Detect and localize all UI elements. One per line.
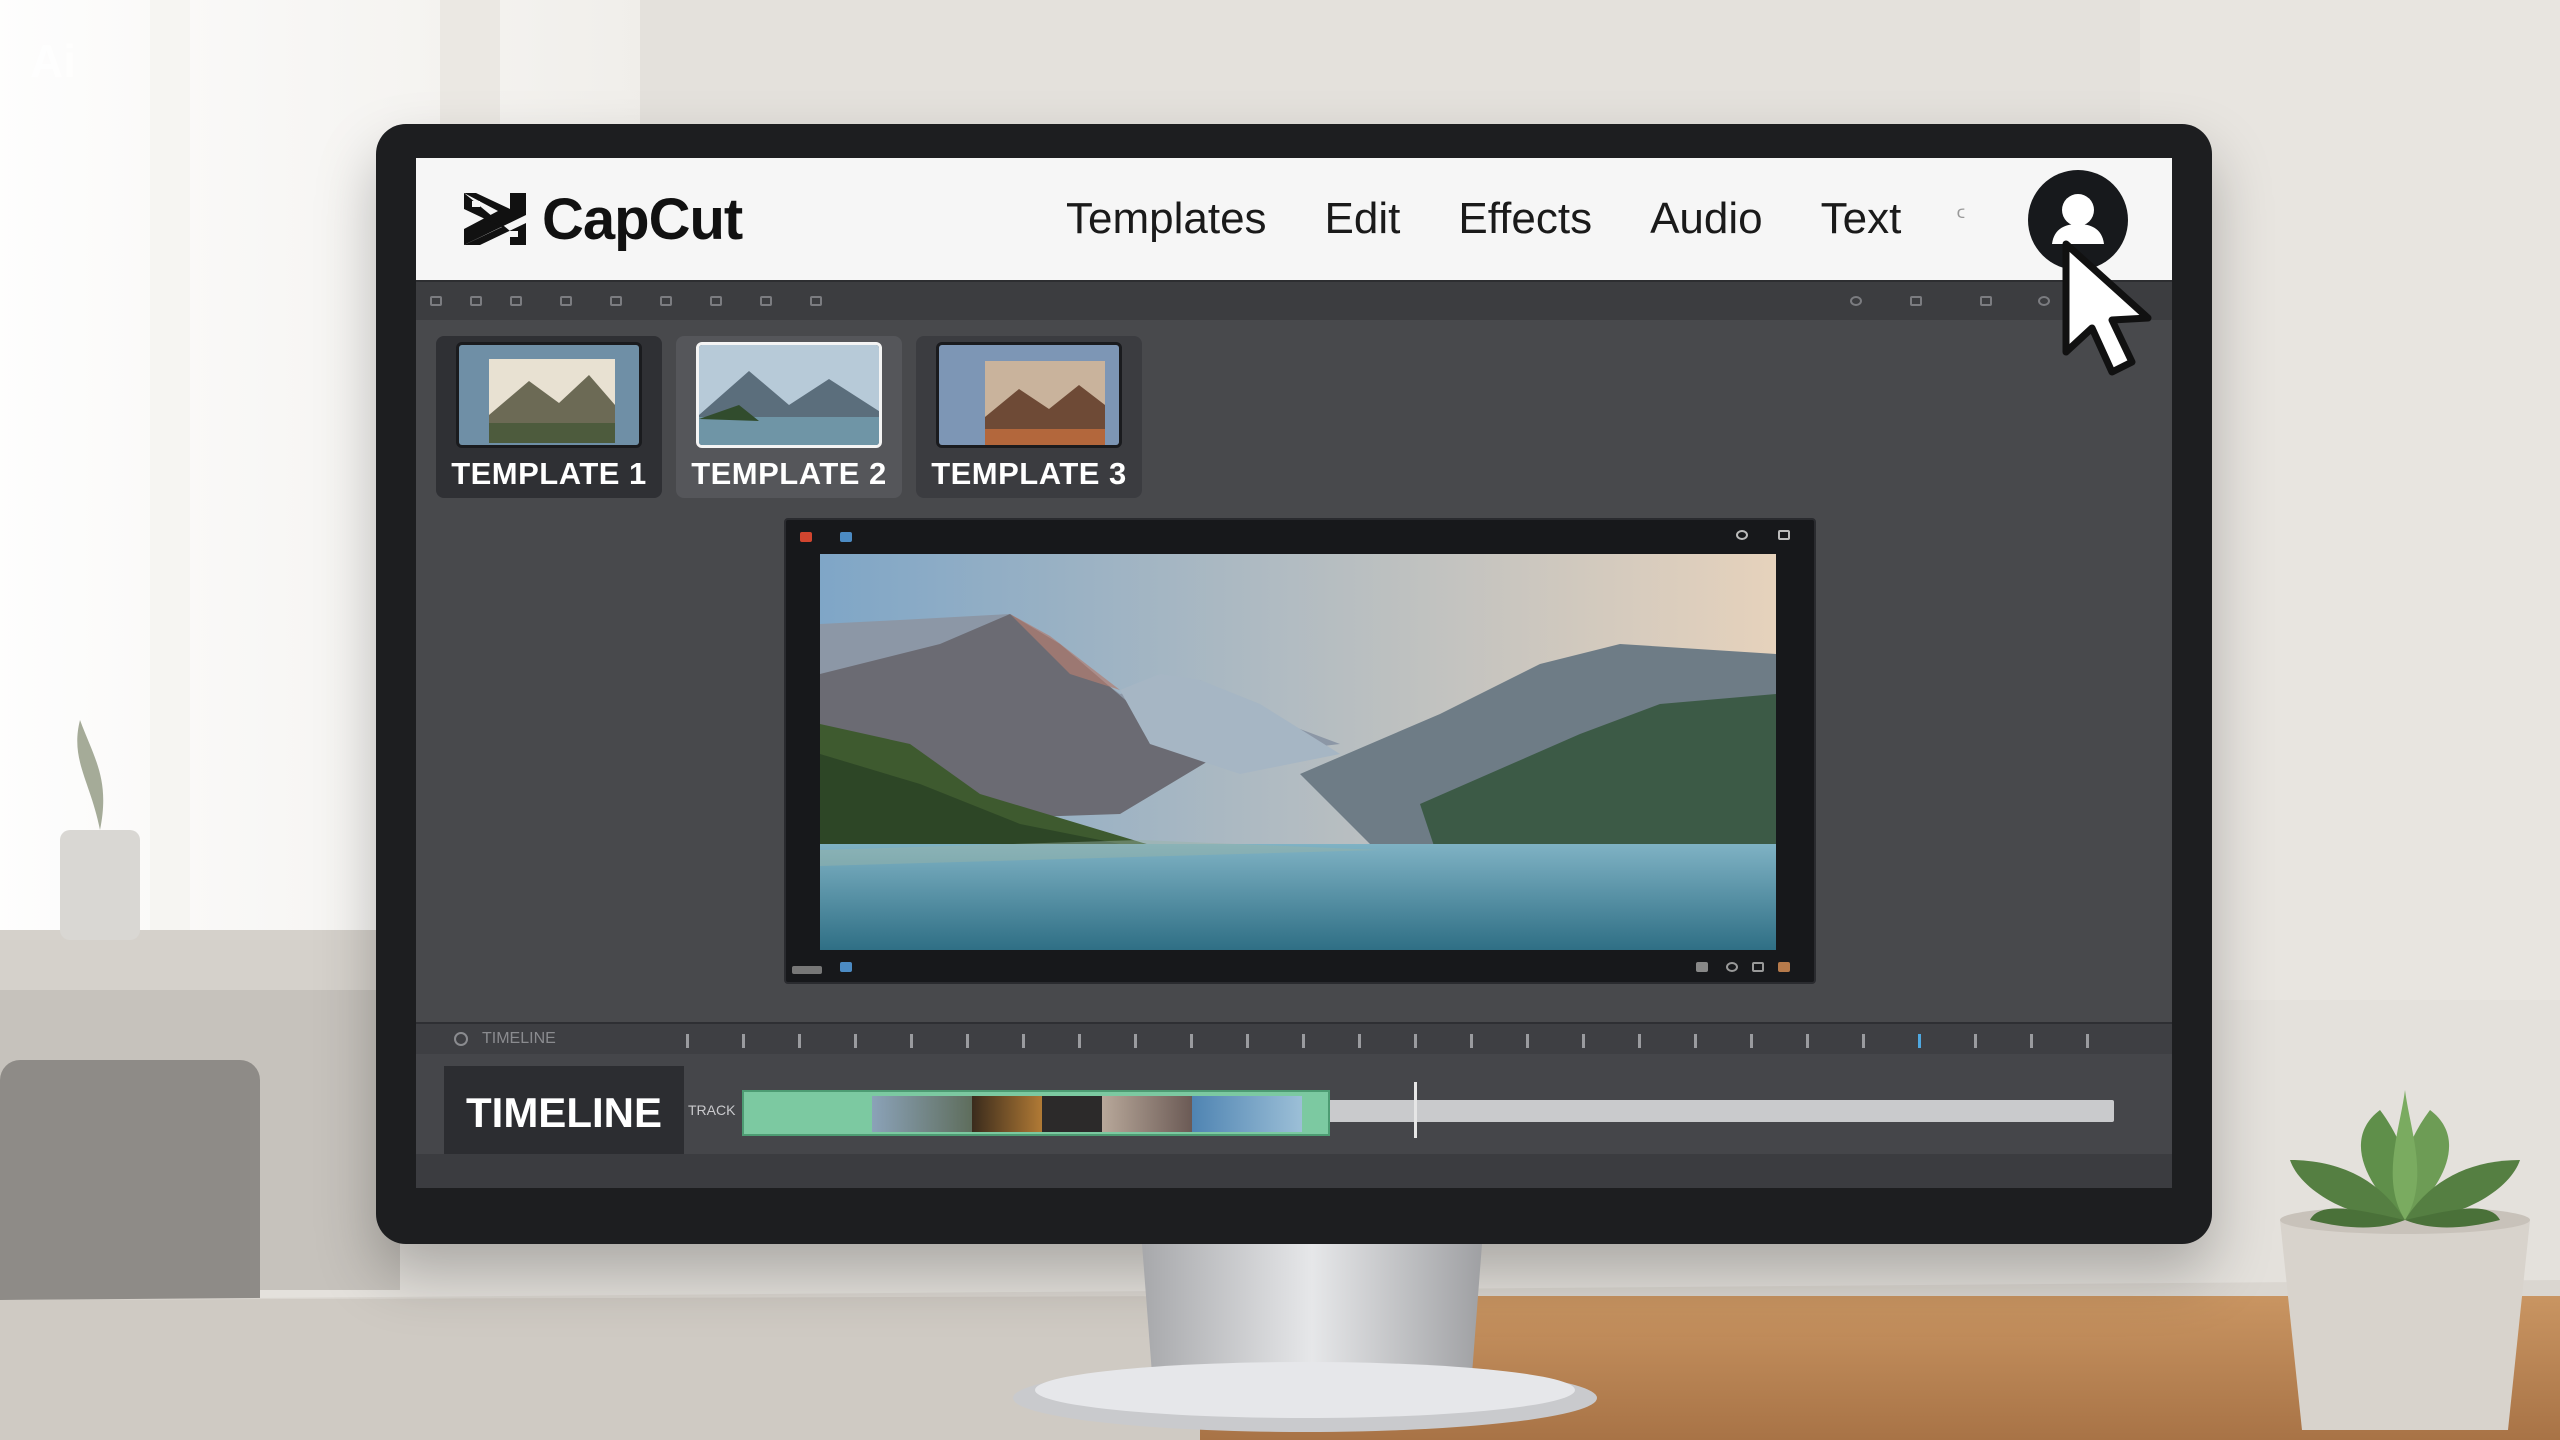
template-card-1[interactable]: TEMPLATE 1	[436, 336, 662, 498]
status-strip	[416, 1154, 2172, 1188]
toolbar-tool-icon[interactable]	[810, 296, 822, 306]
preview-frame	[820, 554, 1776, 950]
succulent-plant	[2280, 1090, 2530, 1430]
toolbar-tool-icon[interactable]	[710, 296, 722, 306]
ruler-tick	[1694, 1034, 1697, 1048]
ruler-tick	[742, 1034, 745, 1048]
video-clip[interactable]	[742, 1090, 1330, 1136]
ruler-tick	[1022, 1034, 1025, 1048]
main-nav: Templates Edit Effects Audio Text	[1066, 158, 1901, 280]
watermark: Ai	[30, 35, 76, 87]
nav-text[interactable]: Text	[1821, 194, 1902, 244]
ruler-tick	[1526, 1034, 1529, 1048]
ruler-tick	[686, 1034, 689, 1048]
toolbar-tool-icon[interactable]	[1980, 296, 1992, 306]
timeline-title-box: TIMELINE	[444, 1066, 684, 1160]
app-header: CapCut Templates Edit Effects Audio Text…	[416, 158, 2172, 280]
template-thumbnail	[696, 342, 882, 448]
capcut-window: CapCut Templates Edit Effects Audio Text…	[416, 158, 2172, 1188]
template-card-3[interactable]: TEMPLATE 3	[916, 336, 1142, 498]
ruler-tick	[1414, 1034, 1417, 1048]
clip-frame	[1192, 1096, 1302, 1132]
clip-frame	[1042, 1096, 1102, 1132]
toolbar-tool-icon[interactable]	[760, 296, 772, 306]
preview-record-icon[interactable]	[800, 532, 812, 542]
preview-ratio-icon[interactable]	[1752, 962, 1764, 972]
toolbar-tool-icon[interactable]	[430, 296, 442, 306]
template-label: TEMPLATE 1	[451, 456, 647, 491]
templates-panel: TEMPLATE 1 TEMPLATE 2 TEMPLATE 3	[436, 336, 1142, 498]
preview-volume-icon[interactable]	[1726, 962, 1738, 972]
preview-play-icon[interactable]	[840, 962, 852, 972]
timeline-title: TIMELINE	[466, 1089, 662, 1136]
timeline-panel: TIMELINE TRACK	[416, 1054, 2172, 1160]
timeline-ruler[interactable]: TIMELINE	[416, 1022, 2172, 1054]
preview-mode-icon[interactable]	[840, 532, 852, 542]
ruler-tick	[1582, 1034, 1585, 1048]
clip-frame	[972, 1096, 1042, 1132]
template-card-2[interactable]: TEMPLATE 2	[676, 336, 902, 498]
mouse-pointer-icon	[2062, 240, 2152, 376]
brand-logo[interactable]: CapCut	[458, 186, 743, 253]
brand-name: CapCut	[542, 186, 743, 252]
ruler-tick	[1862, 1034, 1865, 1048]
ruler-tick	[1134, 1034, 1137, 1048]
preview-progress-bar[interactable]	[792, 966, 822, 974]
toolbar-tool-icon[interactable]	[470, 296, 482, 306]
ruler-tick	[910, 1034, 913, 1048]
ruler-tick	[2030, 1034, 2033, 1048]
preview-settings-icon[interactable]	[1696, 962, 1708, 972]
ruler-tick	[966, 1034, 969, 1048]
video-preview[interactable]	[784, 518, 1816, 984]
ruler-tick	[1918, 1034, 1921, 1048]
preview-fullscreen-icon[interactable]	[1778, 530, 1790, 540]
editor-toolbar	[416, 280, 2172, 320]
ruler-tick	[1078, 1034, 1081, 1048]
toolbar-tool-icon[interactable]	[1850, 296, 1862, 306]
monitor-stand-base	[1013, 1362, 1597, 1432]
toolbar-tool-icon[interactable]	[1910, 296, 1922, 306]
ruler-tick	[1190, 1034, 1193, 1048]
template-label: TEMPLATE 3	[931, 456, 1127, 491]
ruler-tick	[1806, 1034, 1809, 1048]
toolbar-tool-icon[interactable]	[660, 296, 672, 306]
ruler-tick	[1302, 1034, 1305, 1048]
nav-templates[interactable]: Templates	[1066, 194, 1267, 244]
nav-edit[interactable]: Edit	[1325, 194, 1401, 244]
ruler-tick	[1638, 1034, 1641, 1048]
preview-loop-icon[interactable]	[1736, 530, 1748, 540]
template-thumbnail	[456, 342, 642, 448]
ruler-tick	[798, 1034, 801, 1048]
preview-export-icon[interactable]	[1778, 962, 1790, 972]
ruler-label: TIMELINE	[482, 1030, 556, 1047]
toolbar-tool-icon[interactable]	[560, 296, 572, 306]
ruler-tick	[2086, 1034, 2089, 1048]
playhead[interactable]	[1414, 1082, 1417, 1138]
ruler-tick	[1470, 1034, 1473, 1048]
toolbar-tool-icon[interactable]	[2038, 296, 2050, 306]
ruler-menu-icon[interactable]	[454, 1032, 468, 1046]
ruler-tick	[1246, 1034, 1249, 1048]
capcut-logo-icon	[464, 193, 526, 245]
ruler-tick	[1750, 1034, 1753, 1048]
ruler-tick	[1358, 1034, 1361, 1048]
toolbar-tool-icon[interactable]	[510, 296, 522, 306]
ruler-tick	[854, 1034, 857, 1048]
track-label: TRACK	[688, 1102, 736, 1118]
clip-frame	[872, 1096, 972, 1132]
monitor: CapCut Templates Edit Effects Audio Text…	[376, 124, 2212, 1244]
nav-audio[interactable]: Audio	[1650, 194, 1763, 244]
nav-extra-glyph: ᑦ	[1956, 206, 1966, 231]
ruler-tick	[1974, 1034, 1977, 1048]
template-label: TEMPLATE 2	[691, 456, 887, 491]
nav-effects[interactable]: Effects	[1458, 194, 1592, 244]
toolbar-tool-icon[interactable]	[610, 296, 622, 306]
template-thumbnail	[936, 342, 1122, 448]
clip-frame	[1102, 1096, 1192, 1132]
